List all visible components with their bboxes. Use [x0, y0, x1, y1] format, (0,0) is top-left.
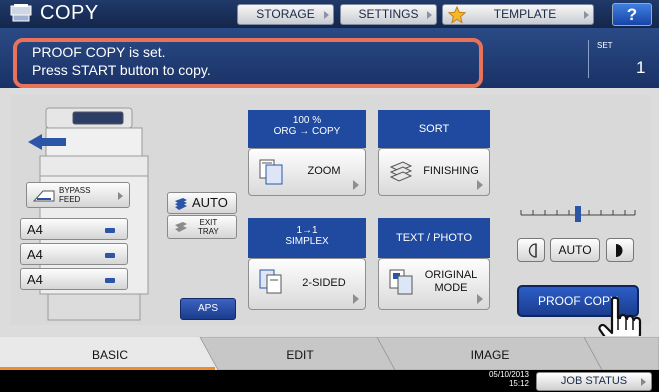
tray-3-button[interactable]: A4	[20, 268, 128, 290]
bypass-tray-icon	[33, 190, 55, 202]
tray-1-size: A4	[27, 222, 43, 237]
finishing-button[interactable]: FINISHING	[378, 148, 490, 196]
set-divider	[588, 40, 589, 78]
text-photo-icon	[389, 269, 413, 295]
settings-button[interactable]: SETTINGS	[340, 4, 437, 25]
duplex-setting: SIMPLEX	[285, 236, 329, 247]
star-icon	[448, 6, 466, 24]
finishing-label: FINISHING	[423, 165, 479, 177]
zoom-ratio: 100 %	[292, 115, 322, 126]
help-button[interactable]: ?	[612, 3, 652, 26]
message-line-1: PROOF COPY is set.	[32, 44, 166, 60]
two-sided-label: 2-SIDED	[302, 277, 346, 289]
tray-icon	[105, 278, 115, 283]
chevron-right-icon	[477, 180, 483, 190]
job-status-button[interactable]: JOB STATUS	[536, 372, 652, 391]
aps-button[interactable]: APS	[180, 298, 236, 320]
chevron-right-icon	[641, 378, 646, 386]
set-count: 1	[636, 58, 646, 77]
chevron-right-icon	[353, 180, 359, 190]
original-mode-button[interactable]: ORIGINAL MODE	[378, 258, 490, 310]
density-auto-button[interactable]: AUTO	[550, 238, 600, 262]
tray-2-size: A4	[27, 247, 43, 262]
zoom-label: ZOOM	[307, 165, 341, 177]
original-mode-label: ORIGINAL MODE	[424, 269, 478, 294]
output-tray-icon	[175, 222, 187, 232]
tray-2-button[interactable]: A4	[20, 243, 128, 265]
original-mode-status: TEXT / PHOTO	[378, 218, 490, 258]
density-darker-button[interactable]	[606, 238, 634, 262]
duplex-mode: 1→1	[296, 225, 318, 236]
chevron-right-icon	[477, 294, 483, 304]
finishing-status: SORT	[378, 110, 490, 148]
tab-image[interactable]: IMAGE	[440, 340, 540, 370]
settings-label: SETTINGS	[358, 7, 419, 21]
mfp-illustration-icon	[28, 107, 149, 321]
zoom-button[interactable]: ZOOM	[248, 148, 366, 196]
sort-stack-icon	[389, 161, 413, 182]
tray-1-button[interactable]: A4	[20, 218, 128, 240]
paper-stack-icon	[175, 198, 187, 210]
density-scale	[520, 206, 636, 222]
bypass-feed-button[interactable]: BYPASS FEED	[26, 182, 130, 208]
exit-tray-label: EXIT TRAY	[198, 218, 219, 236]
paper-auto-label: AUTO	[192, 195, 228, 210]
density-lighter-button[interactable]	[517, 238, 545, 262]
chevron-right-icon	[324, 11, 329, 19]
tab-basic[interactable]: BASIC	[60, 340, 160, 370]
storage-label: STORAGE	[256, 7, 315, 21]
half-circle-dark-icon	[616, 244, 623, 257]
tray-icon	[105, 253, 115, 258]
duplex-icon	[259, 269, 282, 294]
paper-auto-button[interactable]: AUTO	[167, 192, 237, 214]
app-title: COPY	[40, 2, 99, 24]
chevron-right-icon	[584, 11, 589, 19]
set-label: SET	[597, 41, 613, 50]
template-label: TEMPLATE	[493, 7, 557, 21]
exit-tray-button[interactable]: EXIT TRAY	[167, 215, 237, 239]
job-status-label: JOB STATUS	[560, 375, 628, 387]
date-text: 05/10/2013	[488, 370, 529, 379]
storage-button[interactable]: STORAGE	[237, 4, 334, 25]
duplex-status: 1→1 SIMPLEX	[248, 218, 366, 258]
tray-icon	[105, 228, 115, 233]
zoom-mode: ORG → COPY	[273, 126, 341, 137]
copy-screen: COPY STORAGE SETTINGS TEMPLATE ? PROOF C…	[0, 0, 659, 392]
copy-app-icon	[10, 4, 32, 22]
bypass-feed-label: BYPASS FEED	[59, 186, 91, 204]
chevron-right-icon	[118, 192, 123, 200]
chevron-right-icon	[427, 11, 432, 19]
datetime: 05/10/2013 15:12	[483, 370, 529, 388]
tab-edit[interactable]: EDIT	[250, 340, 350, 370]
time-text: 15:12	[508, 379, 529, 388]
density-indicator	[575, 206, 581, 222]
zoom-icon	[259, 159, 283, 185]
message-line-2: Press START button to copy.	[32, 62, 211, 78]
tray-3-size: A4	[27, 272, 43, 287]
zoom-status: 100 % ORG → COPY	[248, 110, 366, 148]
half-circle-light-icon	[528, 243, 537, 258]
template-button[interactable]: TEMPLATE	[442, 4, 594, 25]
two-sided-button[interactable]: 2-SIDED	[248, 258, 366, 310]
chevron-right-icon	[353, 294, 359, 304]
